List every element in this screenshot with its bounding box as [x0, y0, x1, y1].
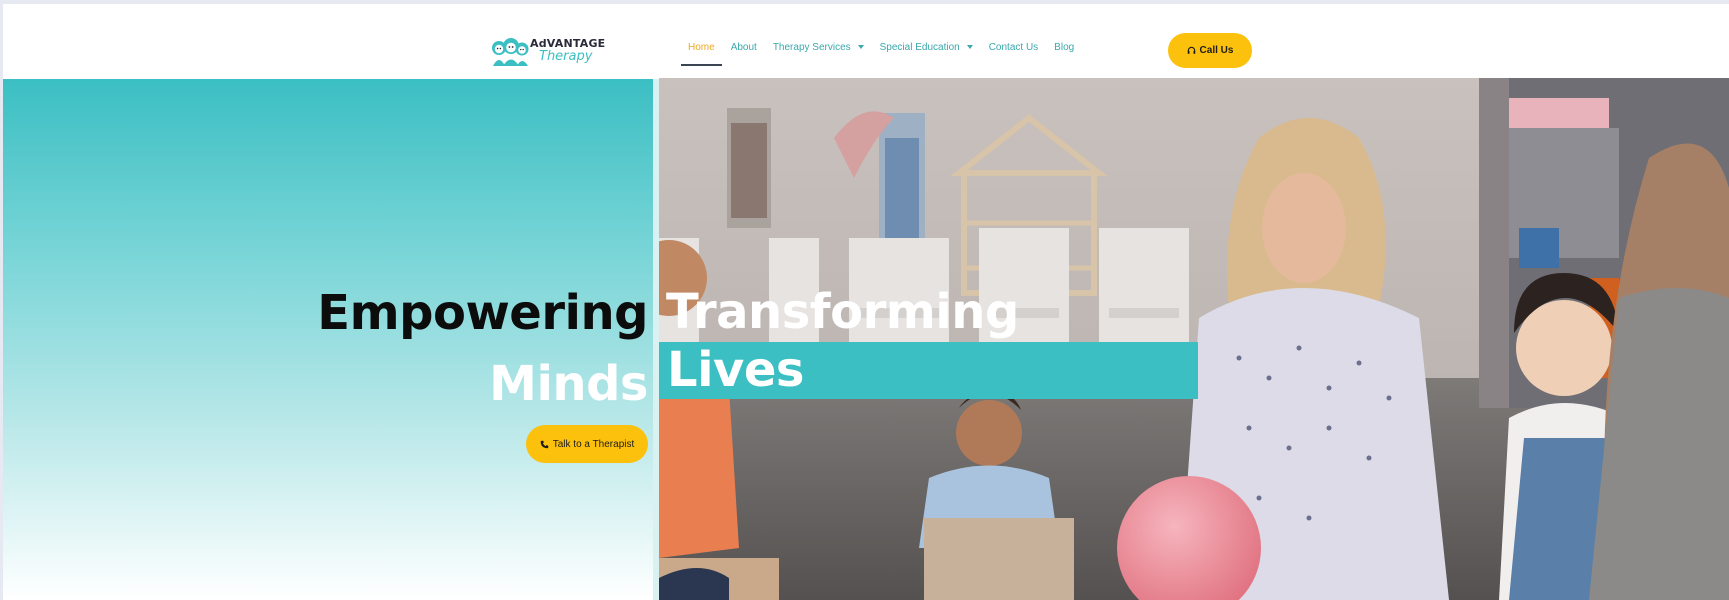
site-header: AdVANTAGE Therapy Home About Therapy Ser…	[3, 4, 1729, 78]
logo-kids-icon	[492, 38, 529, 66]
page-frame: AdVANTAGE Therapy Home About Therapy Ser…	[3, 4, 1729, 600]
phone-icon	[540, 440, 549, 448]
nav-item-label: Special Education	[879, 41, 960, 53]
nav-item-home[interactable]: Home	[681, 40, 722, 66]
nav-item-about[interactable]: About	[731, 40, 757, 54]
main-nav: Home About Therapy Services Special Educ…	[681, 40, 1090, 70]
hero-word-empowering: Empowering	[317, 285, 648, 341]
talk-to-therapist-button[interactable]: Talk to a Therapist	[526, 425, 648, 463]
nav-item-label: Blog	[1054, 41, 1075, 53]
caret-down-icon	[966, 45, 973, 49]
hero-word-lives: Lives	[667, 342, 804, 398]
nav-item-therapy-services[interactable]: Therapy Services	[773, 40, 864, 54]
nav-item-label: Contact Us	[988, 41, 1039, 53]
logo-subtitle: Therapy	[539, 49, 593, 64]
nav-item-special-education[interactable]: Special Education	[880, 40, 973, 54]
nav-item-label: Home	[688, 41, 715, 53]
headset-icon	[1187, 46, 1195, 54]
hero-word-minds: Minds	[489, 356, 648, 412]
call-us-button[interactable]: Call Us	[1168, 33, 1252, 68]
nav-item-contact-us[interactable]: Contact Us	[989, 40, 1038, 54]
nav-item-label: Therapy Services	[772, 41, 851, 53]
caret-down-icon	[857, 45, 864, 49]
talk-to-therapist-label: Talk to a Therapist	[552, 438, 635, 450]
site-logo[interactable]: AdVANTAGE Therapy	[490, 35, 605, 69]
call-us-label: Call Us	[1199, 45, 1234, 56]
hero-word-transforming: Transforming	[666, 284, 1019, 340]
nav-item-label: About	[730, 41, 757, 53]
nav-item-blog[interactable]: Blog	[1054, 40, 1074, 54]
